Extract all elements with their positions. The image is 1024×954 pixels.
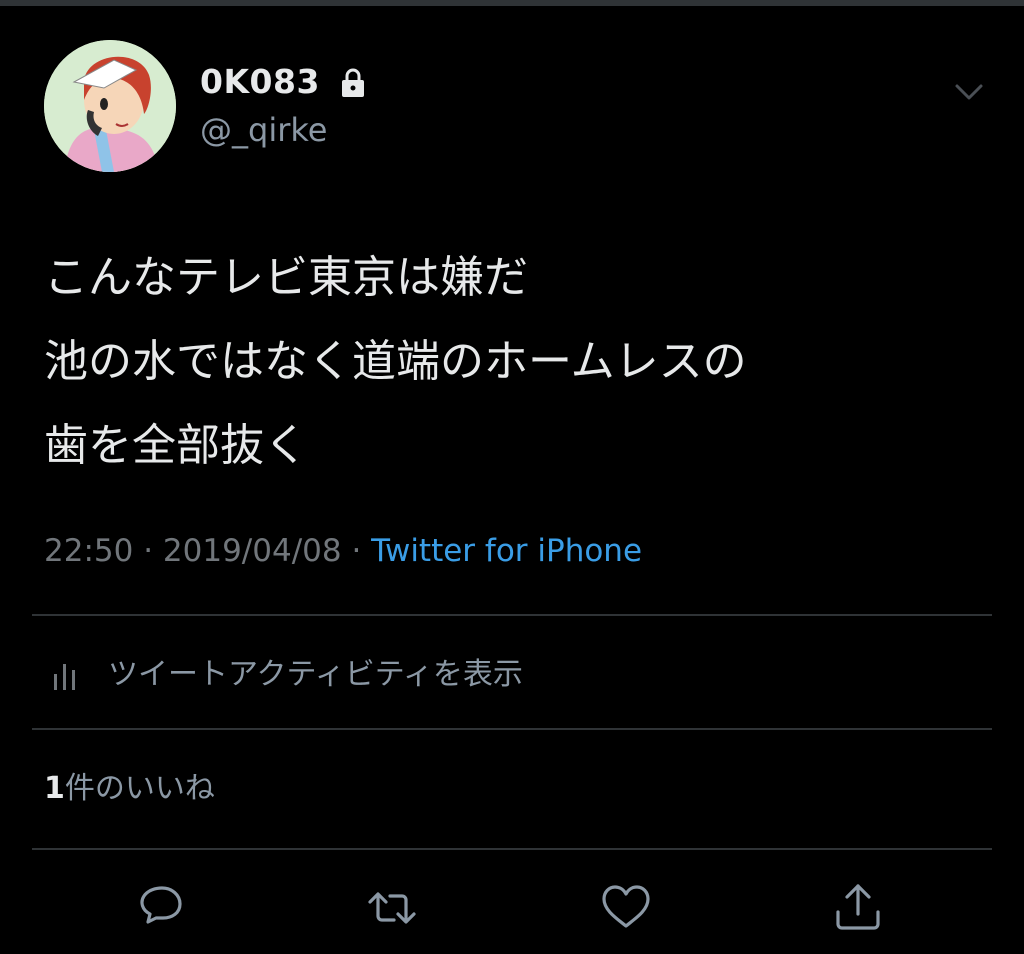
- likes-link[interactable]: 1件のいいね: [44, 766, 215, 812]
- tweet-header: 0K083 @_qirke: [44, 40, 984, 172]
- tweet-meta: 22:50 · 2019/04/08 · Twitter for iPhone: [44, 530, 642, 572]
- meta-separator: ·: [341, 533, 372, 569]
- user-handle[interactable]: @_qirke: [200, 110, 327, 150]
- tweet-text: こんなテレビ東京は嫌だ 池の水ではなく道端のホームレスの 歯を全部抜く: [44, 252, 747, 471]
- retweet-icon: [368, 892, 416, 924]
- avatar[interactable]: [44, 40, 176, 172]
- reply-icon: [140, 886, 182, 924]
- meta-separator: ·: [133, 533, 163, 569]
- bar-chart-icon: [54, 664, 75, 690]
- share-button[interactable]: [830, 880, 886, 936]
- top-border: [0, 0, 1024, 6]
- divider: [32, 728, 992, 730]
- retweet-button[interactable]: [364, 880, 420, 936]
- tweet-date: 2019/04/08: [162, 533, 342, 569]
- like-button[interactable]: [598, 880, 654, 936]
- tweet-source-link[interactable]: Twitter for iPhone: [371, 533, 642, 569]
- tweet-activity-label: ツイートアクティビティを表示: [108, 657, 523, 692]
- avatar-image: [44, 40, 176, 172]
- chevron-down-icon[interactable]: [952, 74, 986, 108]
- tweet-time: 22:50: [44, 533, 134, 569]
- divider: [32, 614, 992, 616]
- reply-button[interactable]: [132, 880, 188, 936]
- likes-count: 1: [44, 771, 65, 806]
- share-icon: [836, 884, 880, 930]
- lock-icon: [342, 68, 364, 97]
- display-name[interactable]: 0K083: [200, 62, 320, 102]
- likes-label: 件のいいね: [64, 771, 215, 806]
- divider: [32, 848, 992, 850]
- heart-icon: [602, 885, 650, 928]
